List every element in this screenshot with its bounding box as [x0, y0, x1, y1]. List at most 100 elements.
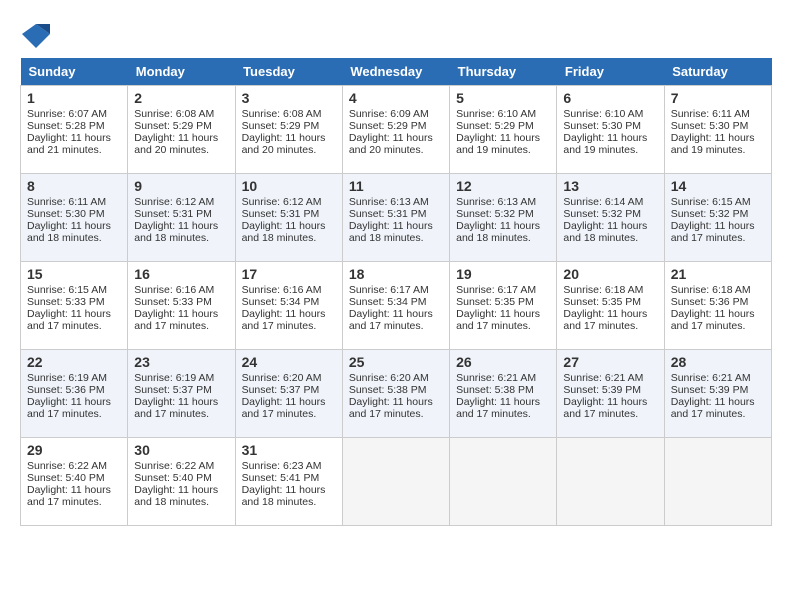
day-number: 1 [27, 90, 121, 106]
sunset-text: Sunset: 5:38 PM [456, 384, 534, 396]
daylight-text: Daylight: 11 hours and 17 minutes. [456, 308, 540, 332]
page-header [20, 20, 772, 48]
sunrise-text: Sunrise: 6:19 AM [27, 372, 107, 384]
daylight-text: Daylight: 11 hours and 18 minutes. [242, 220, 326, 244]
sunset-text: Sunset: 5:34 PM [242, 296, 320, 308]
calendar-day-cell: 10Sunrise: 6:12 AMSunset: 5:31 PMDayligh… [235, 174, 342, 262]
calendar-day-cell: 13Sunrise: 6:14 AMSunset: 5:32 PMDayligh… [557, 174, 664, 262]
sunrise-text: Sunrise: 6:20 AM [349, 372, 429, 384]
sunset-text: Sunset: 5:31 PM [349, 208, 427, 220]
sunrise-text: Sunrise: 6:23 AM [242, 460, 322, 472]
day-number: 7 [671, 90, 765, 106]
sunrise-text: Sunrise: 6:17 AM [456, 284, 536, 296]
day-number: 21 [671, 266, 765, 282]
calendar-day-cell: 16Sunrise: 6:16 AMSunset: 5:33 PMDayligh… [128, 262, 235, 350]
calendar-day-cell: 26Sunrise: 6:21 AMSunset: 5:38 PMDayligh… [450, 350, 557, 438]
calendar-empty-cell [450, 438, 557, 526]
calendar-table: SundayMondayTuesdayWednesdayThursdayFrid… [20, 58, 772, 526]
calendar-day-cell: 4Sunrise: 6:09 AMSunset: 5:29 PMDaylight… [342, 86, 449, 174]
sunrise-text: Sunrise: 6:21 AM [671, 372, 751, 384]
sunset-text: Sunset: 5:33 PM [134, 296, 212, 308]
day-number: 25 [349, 354, 443, 370]
day-number: 19 [456, 266, 550, 282]
daylight-text: Daylight: 11 hours and 17 minutes. [242, 396, 326, 420]
calendar-day-cell: 12Sunrise: 6:13 AMSunset: 5:32 PMDayligh… [450, 174, 557, 262]
sunrise-text: Sunrise: 6:08 AM [242, 108, 322, 120]
day-number: 11 [349, 178, 443, 194]
day-number: 23 [134, 354, 228, 370]
sunset-text: Sunset: 5:35 PM [456, 296, 534, 308]
daylight-text: Daylight: 11 hours and 17 minutes. [134, 396, 218, 420]
sunset-text: Sunset: 5:30 PM [563, 120, 641, 132]
daylight-text: Daylight: 11 hours and 18 minutes. [27, 220, 111, 244]
day-number: 26 [456, 354, 550, 370]
calendar-day-cell: 24Sunrise: 6:20 AMSunset: 5:37 PMDayligh… [235, 350, 342, 438]
sunrise-text: Sunrise: 6:12 AM [134, 196, 214, 208]
calendar-week-row: 1Sunrise: 6:07 AMSunset: 5:28 PMDaylight… [21, 86, 772, 174]
daylight-text: Daylight: 11 hours and 17 minutes. [27, 484, 111, 508]
calendar-day-cell: 3Sunrise: 6:08 AMSunset: 5:29 PMDaylight… [235, 86, 342, 174]
sunrise-text: Sunrise: 6:10 AM [563, 108, 643, 120]
calendar-day-cell: 14Sunrise: 6:15 AMSunset: 5:32 PMDayligh… [664, 174, 771, 262]
sunset-text: Sunset: 5:39 PM [563, 384, 641, 396]
sunrise-text: Sunrise: 6:13 AM [456, 196, 536, 208]
sunset-text: Sunset: 5:35 PM [563, 296, 641, 308]
sunset-text: Sunset: 5:37 PM [134, 384, 212, 396]
calendar-day-cell: 22Sunrise: 6:19 AMSunset: 5:36 PMDayligh… [21, 350, 128, 438]
sunset-text: Sunset: 5:30 PM [671, 120, 749, 132]
daylight-text: Daylight: 11 hours and 17 minutes. [27, 308, 111, 332]
weekday-header: Saturday [664, 58, 771, 86]
sunrise-text: Sunrise: 6:18 AM [671, 284, 751, 296]
calendar-day-cell: 23Sunrise: 6:19 AMSunset: 5:37 PMDayligh… [128, 350, 235, 438]
day-number: 10 [242, 178, 336, 194]
sunset-text: Sunset: 5:36 PM [27, 384, 105, 396]
weekday-header: Tuesday [235, 58, 342, 86]
calendar-day-cell: 25Sunrise: 6:20 AMSunset: 5:38 PMDayligh… [342, 350, 449, 438]
calendar-day-cell: 19 Sunrise: 6:17 AMSunset: 5:35 PMDayligh… [450, 262, 557, 350]
weekday-header: Monday [128, 58, 235, 86]
sunrise-text: Sunrise: 6:20 AM [242, 372, 322, 384]
calendar-week-row: 22Sunrise: 6:19 AMSunset: 5:36 PMDayligh… [21, 350, 772, 438]
calendar-day-cell: 18Sunrise: 6:17 AMSunset: 5:34 PMDayligh… [342, 262, 449, 350]
sunrise-text: Sunrise: 6:17 AM [349, 284, 429, 296]
calendar-day-cell: 9Sunrise: 6:12 AMSunset: 5:31 PMDaylight… [128, 174, 235, 262]
calendar-day-cell: 2Sunrise: 6:08 AMSunset: 5:29 PMDaylight… [128, 86, 235, 174]
calendar-day-cell: 7Sunrise: 6:11 AMSunset: 5:30 PMDaylight… [664, 86, 771, 174]
sunset-text: Sunset: 5:31 PM [134, 208, 212, 220]
day-number: 15 [27, 266, 121, 282]
day-number: 16 [134, 266, 228, 282]
weekday-header: Sunday [21, 58, 128, 86]
calendar-day-cell: 29Sunrise: 6:22 AMSunset: 5:40 PMDayligh… [21, 438, 128, 526]
daylight-text: Daylight: 11 hours and 18 minutes. [456, 220, 540, 244]
day-number: 3 [242, 90, 336, 106]
calendar-day-cell: 17Sunrise: 6:16 AMSunset: 5:34 PMDayligh… [235, 262, 342, 350]
sunset-text: Sunset: 5:32 PM [563, 208, 641, 220]
daylight-text: Daylight: 11 hours and 17 minutes. [671, 308, 755, 332]
day-number: 28 [671, 354, 765, 370]
daylight-text: Daylight: 11 hours and 17 minutes. [349, 308, 433, 332]
logo-icon [22, 20, 50, 48]
sunset-text: Sunset: 5:29 PM [242, 120, 320, 132]
sunset-text: Sunset: 5:29 PM [456, 120, 534, 132]
calendar-day-cell: 11Sunrise: 6:13 AMSunset: 5:31 PMDayligh… [342, 174, 449, 262]
sunrise-text: Sunrise: 6:12 AM [242, 196, 322, 208]
sunrise-text: Sunrise: 6:21 AM [563, 372, 643, 384]
sunset-text: Sunset: 5:28 PM [27, 120, 105, 132]
sunrise-text: Sunrise: 6:08 AM [134, 108, 214, 120]
daylight-text: Daylight: 11 hours and 19 minutes. [671, 132, 755, 156]
sunrise-text: Sunrise: 6:09 AM [349, 108, 429, 120]
sunset-text: Sunset: 5:36 PM [671, 296, 749, 308]
sunrise-text: Sunrise: 6:11 AM [27, 196, 106, 208]
day-number: 9 [134, 178, 228, 194]
sunset-text: Sunset: 5:41 PM [242, 472, 320, 484]
calendar-empty-cell [342, 438, 449, 526]
day-number: 27 [563, 354, 657, 370]
daylight-text: Daylight: 11 hours and 18 minutes. [563, 220, 647, 244]
calendar-header-row: SundayMondayTuesdayWednesdayThursdayFrid… [21, 58, 772, 86]
daylight-text: Daylight: 11 hours and 17 minutes. [242, 308, 326, 332]
day-number: 6 [563, 90, 657, 106]
calendar-day-cell: 8Sunrise: 6:11 AMSunset: 5:30 PMDaylight… [21, 174, 128, 262]
day-number: 2 [134, 90, 228, 106]
daylight-text: Daylight: 11 hours and 20 minutes. [134, 132, 218, 156]
day-number: 24 [242, 354, 336, 370]
